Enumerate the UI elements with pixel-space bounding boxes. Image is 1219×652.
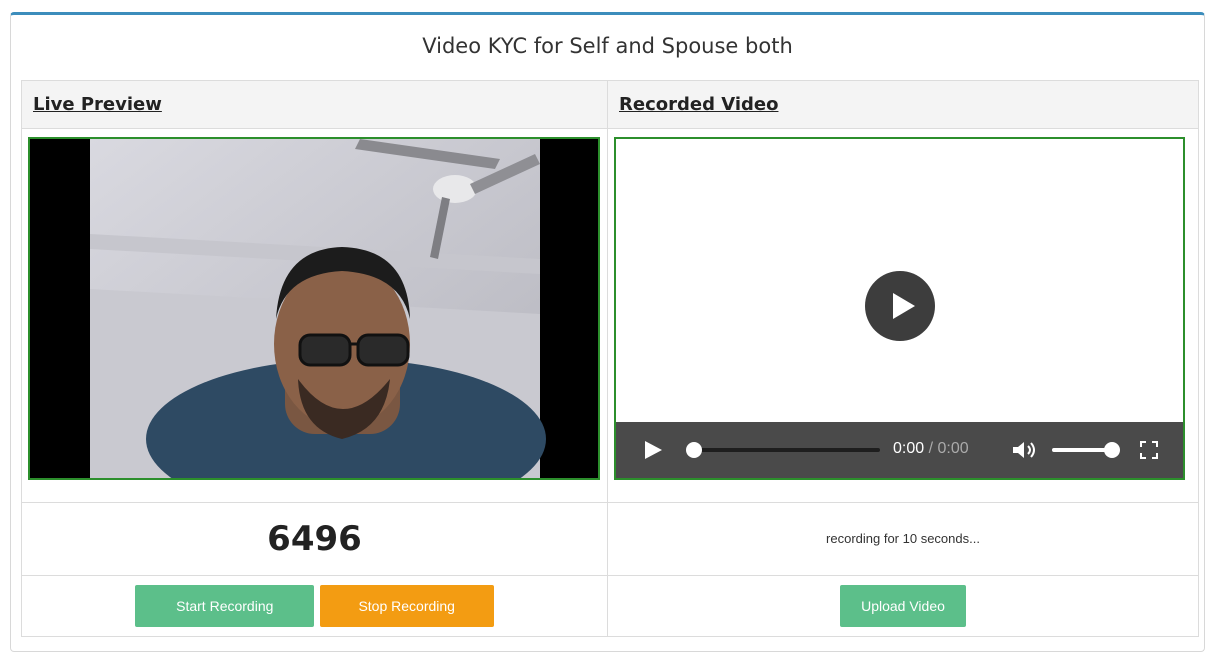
live-preview-header: Live Preview <box>21 80 608 129</box>
recorded-video-player[interactable]: 0:00 / 0:00 <box>614 137 1185 480</box>
status-cell: recording for 10 seconds... <box>607 502 1199 576</box>
record-buttons-cell: Start Recording Stop Recording <box>21 575 608 637</box>
current-time: 0:00 <box>893 440 925 457</box>
countdown-counter: 6496 <box>267 519 362 559</box>
recorded-video-label: Recorded Video <box>619 94 779 115</box>
recorded-video-cell: 0:00 / 0:00 <box>607 128 1199 503</box>
volume-slider[interactable] <box>1050 439 1122 461</box>
volume-icon[interactable] <box>1011 439 1039 461</box>
start-recording-button[interactable]: Start Recording <box>135 585 315 627</box>
seek-bar[interactable] <box>684 439 884 461</box>
recording-status: recording for 10 seconds... <box>826 531 980 546</box>
upload-video-button[interactable]: Upload Video <box>840 585 966 627</box>
stop-recording-button[interactable]: Stop Recording <box>319 585 494 627</box>
upload-cell: Upload Video <box>607 575 1199 637</box>
seek-thumb <box>686 442 702 458</box>
recorded-video-header: Recorded Video <box>607 80 1199 129</box>
volume-thumb <box>1104 442 1120 458</box>
duration: 0:00 <box>937 440 969 457</box>
kyc-table: Live Preview Recorded Video 0:00 / 0:00 … <box>21 80 1199 637</box>
play-overlay-icon[interactable] <box>865 271 935 341</box>
live-camera-feed <box>28 137 600 480</box>
time-separator: / <box>928 440 934 457</box>
play-icon[interactable] <box>642 439 664 461</box>
camera-image <box>30 139 598 478</box>
time-display: 0:00 / 0:00 <box>893 440 969 458</box>
counter-cell: 6496 <box>21 502 608 576</box>
live-preview-label: Live Preview <box>33 94 162 115</box>
video-controls: 0:00 / 0:00 <box>616 422 1183 478</box>
live-preview-cell <box>21 128 608 503</box>
fullscreen-icon[interactable] <box>1138 439 1160 461</box>
